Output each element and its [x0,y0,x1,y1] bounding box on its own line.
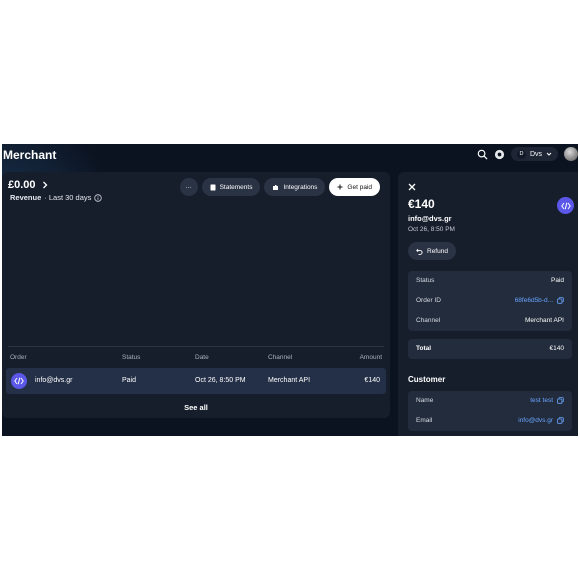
customer-row-email: Email info@dvs.gr [408,411,572,431]
avatar[interactable] [564,147,578,161]
customer-card: Name test test Email info@dvs.gr [408,391,572,431]
account-switcher[interactable]: D Dvs [510,147,558,161]
get-paid-button[interactable]: Get paid [329,178,380,196]
customer-label: Email [416,417,433,424]
revenue-period: · Last 30 days [44,193,92,202]
summary-row-order-id: Order ID 68fe6d5b-d... [408,291,572,311]
customer-email-link[interactable]: info@dvs.gr [518,417,553,424]
summary-row-channel: Channel Merchant API [408,311,572,331]
customer-row-name: Name test test [408,391,572,411]
header-date: Date [195,354,209,361]
plus-icon [337,184,343,190]
statements-label: Statements [219,183,253,191]
integrations-button[interactable]: Integrations [264,178,326,196]
account-name: Dvs [529,150,542,158]
revenue-card: £0.00 Revenue · Last 30 days ··· Stateme… [2,172,390,418]
order-detail-panel: €140 info@dvs.gr Oct 26, 8:50 PM Refund … [398,172,578,436]
settings-icon[interactable] [494,149,505,160]
chevron-down-icon [546,152,552,156]
row-channel: Merchant API [268,377,311,384]
copy-icon[interactable] [557,297,564,304]
info-icon[interactable] [94,193,103,202]
summary-row-status: Status Paid [408,271,572,291]
see-all-link[interactable]: See all [2,403,390,412]
order-summary-card: Status Paid Order ID 68fe6d5b-d... Chann… [408,271,572,331]
summary-value: Merchant API [524,317,564,324]
customer-name-link[interactable]: test test [530,397,553,404]
statements-button[interactable]: Statements [201,178,261,196]
summary-label: Status [416,277,435,284]
detail-date: Oct 26, 8:50 PM [408,226,455,233]
document-icon [210,184,216,190]
close-icon[interactable] [408,178,416,196]
customer-label: Name [416,397,434,404]
get-paid-label: Get paid [347,183,372,191]
search-icon[interactable] [477,149,488,160]
customer-value-wrap: test test [530,397,564,404]
page-title: Merchant [3,148,57,162]
total-value: €140 [549,345,564,352]
app-window: Merchant D Dvs £0.00 Revenue · Last 30 d… [2,144,578,436]
row-order: info@dvs.gr [35,377,73,384]
code-icon [557,197,574,214]
row-status: Paid [122,377,137,384]
header-order: Order [10,354,27,361]
total-card: Total €140 [408,339,572,359]
top-bar: D Dvs [477,144,578,164]
header-status: Status [122,354,141,361]
row-date: Oct 26, 8:50 PM [195,377,246,384]
summary-label: Channel [416,317,441,324]
refund-label: Refund [427,247,448,255]
total-label: Total [416,345,432,352]
revenue-amount-link[interactable]: £0.00 [8,179,48,191]
copy-icon[interactable] [557,417,564,424]
customer-heading: Customer [408,375,446,384]
detail-price: €140 [408,197,435,211]
account-initial: D [516,149,526,159]
table-divider [8,346,384,347]
summary-label: Order ID [416,297,441,304]
copy-icon[interactable] [557,397,564,404]
header-channel: Channel [268,354,293,361]
header-amount: Amount [359,354,382,361]
revenue-subtitle: Revenue · Last 30 days [10,193,103,202]
order-id-link[interactable]: 68fe6d5b-d... [515,297,553,304]
table-row[interactable]: info@dvs.gr Paid Oct 26, 8:50 PM Merchan… [6,368,386,394]
puzzle-icon [273,184,279,190]
revenue-label: Revenue [10,193,42,202]
integrations-label: Integrations [283,183,318,191]
chevron-right-icon [42,181,47,189]
customer-value-wrap: info@dvs.gr [518,417,564,424]
summary-value: Paid [550,277,564,284]
revenue-amount: £0.00 [8,179,36,191]
undo-icon [416,248,423,255]
detail-email: info@dvs.gr [408,214,452,223]
code-icon [11,373,27,389]
table-header: Order Status Date Channel Amount [10,354,382,364]
total-row: Total €140 [408,339,572,359]
row-amount: €140 [364,377,380,384]
refund-button[interactable]: Refund [408,242,456,260]
more-button[interactable]: ··· [179,178,198,196]
summary-value-wrap: 68fe6d5b-d... [515,297,564,304]
actions-bar: ··· Statements Integrations Get paid [179,178,380,196]
